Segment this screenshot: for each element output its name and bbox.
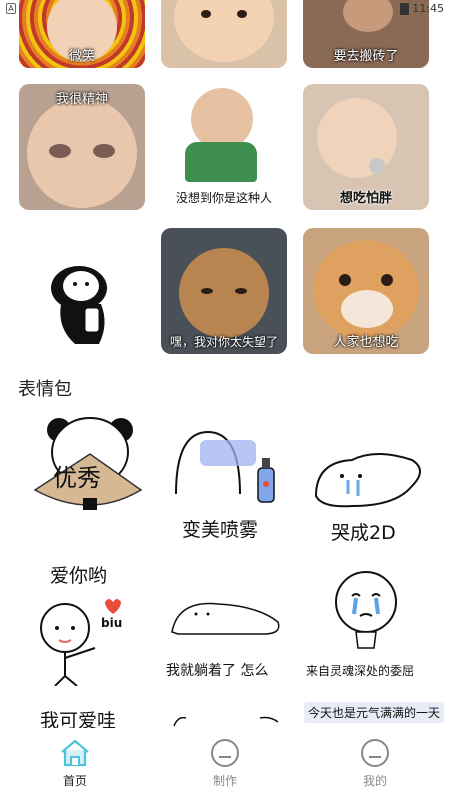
eye [201, 288, 213, 294]
eye [235, 288, 247, 294]
child-face [27, 98, 137, 208]
sticker-lying-down[interactable] [168, 592, 284, 642]
tile-caption: 我很精神 [55, 92, 108, 107]
tile-caption: 没想到你是这种人 [175, 191, 272, 205]
main-content: 微笑 要去搬砖了 我很精神 没想到你是这种人 想吃怕胖 嘿，我对你太失望了 人家… [0, 0, 450, 728]
tile-caption: 想吃怕胖 [339, 191, 392, 206]
sticker-excellent[interactable]: 优秀 [25, 412, 145, 522]
sticker-grievance[interactable] [326, 570, 406, 650]
notification-icon: A [6, 3, 16, 14]
tab-label: 制作 [212, 774, 237, 788]
spray-bottle-icon [175, 430, 275, 503]
partial-line-icon [173, 716, 279, 727]
spoon-icon [369, 158, 385, 174]
sticker-label-love-you: 爱你哟 [50, 565, 108, 587]
child-face [191, 88, 253, 150]
section-title: 表情包 [18, 379, 72, 400]
tab-mine[interactable]: 我的 [300, 728, 450, 800]
tile-caption: 人家也想吃 [333, 335, 399, 350]
sticker-label-grievance: 来自灵魂深处的委屈 [306, 664, 415, 678]
child-face [317, 98, 397, 178]
dog-muzzle [341, 290, 393, 328]
biu-text: biu [101, 616, 123, 630]
eye [381, 274, 393, 286]
face-circle-icon [211, 739, 239, 767]
status-time: 11:45 [412, 2, 444, 15]
tile-caption: 嘿，我对你太失望了 [169, 335, 278, 349]
face-circle-icon [361, 739, 389, 767]
home-icon [61, 739, 89, 767]
tab-home[interactable]: 首页 [0, 728, 150, 800]
meme-tile-dog-want-eat[interactable]: 人家也想吃 [303, 228, 429, 354]
meme-tile-want-eat[interactable]: 想吃怕胖 [303, 84, 429, 210]
tab-make[interactable]: 制作 [150, 728, 300, 800]
dog-face [179, 248, 269, 338]
sticker-beauty-spray[interactable] [170, 426, 280, 510]
meme-tile-disappointed-dog[interactable]: 嘿，我对你太失望了 [161, 228, 287, 354]
sticker-partial-drawing[interactable] [170, 712, 290, 728]
sad-face-icon [335, 571, 397, 649]
eye [49, 144, 71, 158]
status-bar: A 11:45 [0, 0, 450, 18]
bottom-tab-bar: 首页 制作 我的 [0, 728, 450, 800]
panda-sticker-icon [51, 266, 107, 344]
meme-tile-energetic[interactable]: 我很精神 [19, 84, 145, 210]
crying-blob-icon [314, 453, 421, 508]
status-right: 11:45 [400, 2, 444, 15]
fan-text: 优秀 [53, 464, 101, 492]
eye [339, 274, 351, 286]
tile-caption: 要去搬砖了 [333, 49, 399, 64]
green-shirt [185, 142, 257, 182]
sticker-label-lying-down: 我就躺着了 怎么 [166, 663, 269, 679]
eye [93, 144, 115, 158]
tab-label: 首页 [62, 774, 87, 788]
lying-blob-icon [171, 602, 280, 635]
sticker-label-energetic-day[interactable]: 今天也是元气满满的一天 [304, 702, 445, 723]
meme-tile-didnt-expect[interactable]: 没想到你是这种人 [161, 84, 287, 210]
sticker-label-cute: 我可爱哇 [40, 710, 117, 728]
sticker-biu[interactable]: biu [35, 596, 135, 686]
sticker-label-beauty-spray: 变美喷雾 [182, 519, 259, 541]
tab-label: 我的 [362, 774, 387, 788]
meme-tile-panda[interactable] [19, 228, 145, 354]
heart-gun-icon [40, 599, 121, 686]
battery-icon [400, 2, 410, 15]
tile-caption: 微笑 [68, 49, 95, 64]
sticker-label-cry-2d: 哭成2D [331, 522, 396, 544]
sticker-cry-2d[interactable] [312, 446, 428, 516]
